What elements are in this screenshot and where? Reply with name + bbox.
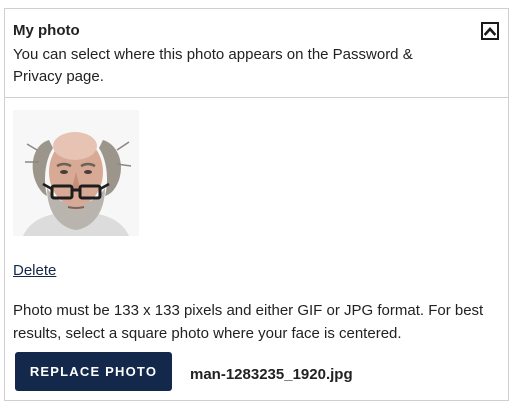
my-photo-panel: My photo You can select where this photo…: [4, 8, 509, 401]
panel-title: My photo: [13, 22, 80, 39]
panel-description: You can select where this photo appears …: [13, 46, 413, 85]
panel-header: My photo You can select where this photo…: [5, 9, 508, 98]
chevron-up-icon: [484, 27, 496, 36]
profile-photo: [13, 110, 139, 236]
photo-requirements-text: Photo must be 133 x 133 pixels and eithe…: [13, 302, 484, 342]
delete-photo-link[interactable]: Delete: [13, 262, 56, 280]
profile-photo-image: [13, 110, 139, 236]
replace-photo-button[interactable]: REPLACE PHOTO: [15, 352, 172, 391]
selected-file-name: man-1283235_1920.jpg: [190, 366, 353, 383]
collapse-button[interactable]: [481, 22, 499, 40]
